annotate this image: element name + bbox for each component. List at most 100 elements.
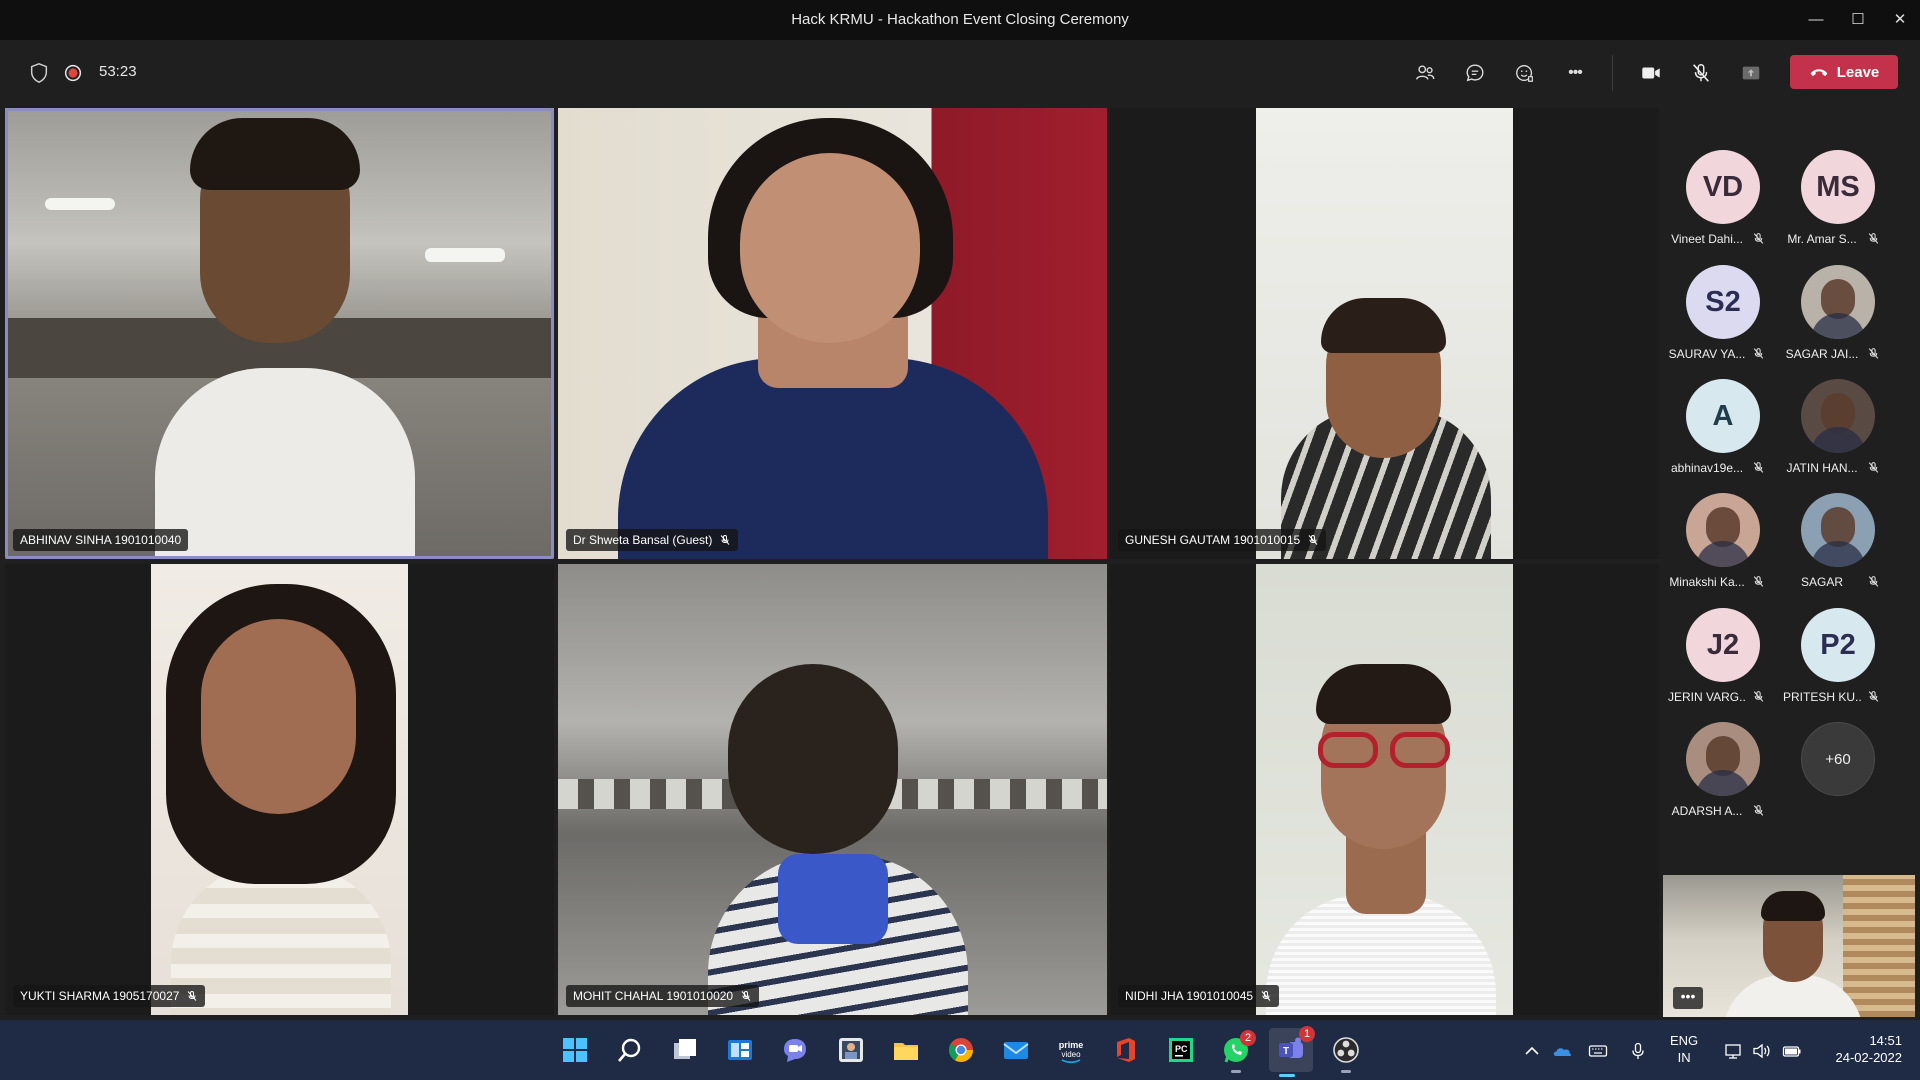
svg-text:prime: prime [1059,1040,1084,1050]
shield-icon [30,63,48,83]
participant-name-tag: YUKTI SHARMA 1905170027 [13,985,206,1007]
clock-time: 14:51 [1869,1033,1902,1048]
roster-participant[interactable]: J2 JERIN VARG... [1668,608,1768,722]
region-code: IN [1677,1050,1691,1065]
prime-video-icon: prime video [1056,1035,1086,1065]
camera-button[interactable] [1636,58,1666,88]
video-tile[interactable]: Dr Shweta Bansal (Guest) [558,108,1107,559]
mic-off-icon [721,535,730,545]
meeting-timer: 53:23 [99,63,137,80]
taskbar-teams-button[interactable]: T1 [1269,1026,1315,1077]
roster-participant[interactable]: P2 PRITESH KU... [1783,608,1883,722]
taskbar-search-button[interactable] [612,1032,648,1068]
title-bar: Hack KRMU - Hackathon Event Closing Cere… [0,0,1920,40]
avatar-initials: S2 [1686,265,1760,339]
roster-participant[interactable]: VD Vineet Dahi... [1668,150,1768,264]
more-participants-button[interactable]: +60 [1801,722,1875,796]
windows-taskbar: prime video PC 2 T 1 ENG IN 14:51 24-02-… [0,1020,1920,1080]
mic-off-icon [1752,575,1765,588]
taskbar-chrome-button[interactable] [943,1032,979,1068]
microphone-icon[interactable] [1628,1042,1648,1060]
participant-video [5,108,554,559]
network-icon[interactable] [1724,1042,1744,1060]
taskbar-mail-button[interactable] [998,1032,1034,1068]
taskbar-photo-app-button[interactable] [833,1032,869,1068]
roster-participant-name: PRITESH KU... [1783,690,1861,704]
roster-participant-name: Vineet Dahi... [1671,232,1743,246]
roster-participant[interactable]: Minakshi Ka... [1668,493,1768,607]
roster-participant[interactable]: Aabhinav19e... [1668,379,1768,493]
more-actions-button[interactable]: ••• [1560,58,1590,88]
reactions-button[interactable] [1510,58,1540,88]
share-tray-icon [1742,66,1760,80]
search-icon [615,1035,645,1065]
roster-participant[interactable]: SAGAR [1783,493,1883,607]
participant-name-tag: GUNESH GAUTAM 1901010015 [1118,529,1327,551]
participant-video [151,564,408,1015]
keyboard-icon[interactable] [1588,1042,1608,1060]
mic-off-icon [1752,347,1765,360]
leave-label: Leave [1836,63,1880,81]
mic-off-icon [1752,461,1765,474]
maximize-button[interactable]: ☐ [1846,8,1870,32]
taskbar-task-view-button[interactable] [667,1032,703,1068]
leave-button[interactable]: Leave [1790,55,1898,89]
running-indicator [1341,1070,1351,1073]
taskbar-pycharm-button[interactable]: PC [1163,1032,1199,1068]
roster-participant[interactable]: ADARSH A... [1668,722,1768,836]
roster-participant[interactable]: SAGAR JAI... [1783,265,1883,379]
start-icon [560,1035,590,1065]
toolbar-divider [1612,55,1613,91]
participants-button[interactable] [1410,58,1440,88]
self-view-video[interactable]: ••• [1663,875,1915,1017]
participant-video [558,564,1107,1015]
video-tile[interactable]: NIDHI JHA 1901010045 [1110,564,1659,1015]
avatar-photo [1686,722,1760,796]
video-tile[interactable]: GUNESH GAUTAM 1901010015 [1110,108,1659,559]
avatar-photo [1801,265,1875,339]
onedrive-icon[interactable] [1552,1042,1572,1060]
participant-name-tag: NIDHI JHA 1901010045 [1118,985,1280,1007]
taskbar-widgets-button[interactable] [722,1032,758,1068]
input-language[interactable]: ENG IN [1670,1032,1698,1066]
taskbar-chat-button[interactable] [777,1032,813,1068]
meeting-toolbar: 53:23 ••• Leave [0,40,1920,105]
taskbar-whatsapp-button[interactable]: 2 [1218,1030,1256,1073]
roster-participant[interactable]: S2 SAURAV YA... [1668,265,1768,379]
video-tile[interactable]: MOHIT CHAHAL 1901010020 [558,564,1107,1015]
people-icon [1416,65,1435,80]
chat-button[interactable] [1460,58,1490,88]
video-tile[interactable]: YUKTI SHARMA 1905170027 [5,564,554,1015]
roster-participant-name: JATIN HAN... [1786,461,1858,475]
microphone-button[interactable] [1686,58,1716,88]
minimize-button[interactable]: — [1804,8,1828,32]
task-view-icon [670,1035,700,1065]
roster-participant-name: Mr. Amar S... [1787,232,1857,246]
video-tile[interactable]: ABHINAV SINHA 1901010040 [5,108,554,559]
roster-participant-name: JERIN VARG... [1668,690,1746,704]
taskbar-obs-button[interactable] [1328,1032,1364,1073]
taskbar-file-explorer-button[interactable] [888,1032,924,1068]
system-clock[interactable]: 14:51 24-02-2022 [1820,1032,1903,1066]
taskbar-prime-video-button[interactable]: prime video [1053,1032,1089,1068]
hand-raise-icon [1516,64,1533,82]
pycharm-icon: PC [1166,1035,1196,1065]
volume-icon[interactable] [1752,1042,1772,1060]
avatar-initials: A [1686,379,1760,453]
share-screen-button[interactable] [1736,58,1766,88]
phone-hangup-icon [1810,69,1828,77]
chevron-up-icon[interactable] [1522,1042,1542,1060]
roster-participant[interactable]: JATIN HAN... [1783,379,1883,493]
taskbar-office-button[interactable] [1108,1032,1144,1068]
taskbar-start-button[interactable] [557,1032,593,1068]
roster-participant[interactable]: MS Mr. Amar S... [1783,150,1883,264]
chrome-icon [946,1035,976,1065]
close-button[interactable]: ✕ [1888,8,1912,32]
self-view-more-button[interactable]: ••• [1673,987,1703,1009]
battery-icon[interactable] [1782,1042,1802,1060]
roster-participant-name: SAGAR [1800,575,1843,589]
language-code: ENG [1670,1033,1699,1048]
photo-app-icon [836,1035,866,1065]
running-indicator [1279,1074,1295,1077]
avatar-initials: MS [1801,150,1875,224]
